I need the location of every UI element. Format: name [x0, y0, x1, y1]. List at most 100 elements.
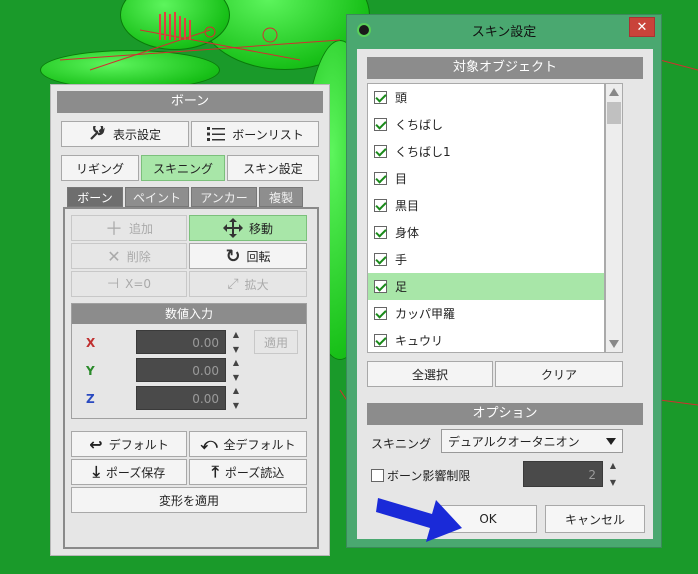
object-checkbox[interactable]: [374, 253, 387, 266]
object-label: 頭: [395, 91, 408, 105]
object-list-item[interactable]: 手: [368, 246, 604, 273]
scroll-up-icon[interactable]: [609, 88, 619, 96]
spin-up-icon[interactable]: ▲: [233, 358, 239, 367]
object-list-item[interactable]: キュウリ: [368, 327, 604, 352]
bone-limit-checkbox[interactable]: [371, 469, 384, 482]
close-button[interactable]: ✕: [629, 17, 655, 37]
spin-up-icon[interactable]: ▲: [610, 461, 616, 470]
bone-limit-label: ボーン影響制限: [387, 469, 471, 483]
skinning-mode-label: スキニング: [371, 437, 432, 451]
skin-settings-button[interactable]: スキン設定: [227, 155, 319, 181]
object-list-item[interactable]: 目: [368, 165, 604, 192]
bone-panel: ボーン 表示設定 ボーンリスト リギング スキニング スキン設定 ボーン ペイン…: [50, 84, 330, 556]
clear-button[interactable]: クリア: [495, 361, 623, 387]
object-label: くちばし: [395, 118, 444, 132]
skinning-mode-select[interactable]: デュアルクオータニオン: [441, 429, 623, 453]
y-value-field[interactable]: 0.00: [136, 358, 226, 382]
object-label: 足: [395, 280, 408, 294]
reset-all-icon: ⤺: [200, 434, 218, 453]
object-list-item[interactable]: 頭: [368, 84, 604, 111]
all-default-button[interactable]: ⤺ 全デフォルト: [189, 431, 307, 457]
object-checkbox[interactable]: [374, 199, 387, 212]
object-list-item[interactable]: 足: [368, 273, 604, 300]
y-axis-label: Y: [86, 364, 95, 378]
scroll-down-icon[interactable]: [609, 340, 619, 348]
pose-save-label: ポーズ保存: [105, 465, 166, 480]
scale-icon: ⤢: [227, 276, 239, 292]
cancel-label: キャンセル: [564, 512, 625, 527]
x-zero-button[interactable]: ⊣ X=0: [71, 271, 187, 297]
object-checkbox[interactable]: [374, 118, 387, 131]
pose-load-button[interactable]: ⤒ ポーズ読込: [189, 459, 307, 485]
apply-label: 適用: [263, 335, 288, 350]
spin-up-icon[interactable]: ▲: [233, 330, 239, 339]
tab-duplicate-label: 複製: [268, 190, 293, 205]
object-list-item[interactable]: くちばし1: [368, 138, 604, 165]
clear-label: クリア: [540, 367, 577, 382]
x-zero-label: X=0: [125, 277, 152, 291]
dialog-body: 対象オブジェクト 頭くちばし くちばし1 目黒目 身体手足カッパ甲羅 キュウリ 全選択 …: [357, 49, 653, 539]
pose-save-button[interactable]: ⤓ ポーズ保存: [71, 459, 187, 485]
skinning-label: スキニング: [152, 161, 213, 176]
tab-bone[interactable]: ボーン: [67, 187, 123, 207]
spin-down-icon[interactable]: ▼: [233, 345, 239, 354]
dialog-titlebar[interactable]: スキン設定 ✕: [347, 15, 661, 45]
apply-transform-label: 変形を適用: [158, 493, 219, 508]
tab-anchor-label: アンカー: [200, 190, 248, 205]
skinning-button[interactable]: スキニング: [141, 155, 225, 181]
object-label: キュウリ: [395, 334, 444, 348]
tab-paint-label: ペイント: [132, 190, 181, 205]
object-checkbox[interactable]: [374, 91, 387, 104]
z-spinner[interactable]: ▲ ▼: [230, 386, 242, 410]
object-checkbox[interactable]: [374, 145, 387, 158]
spin-down-icon[interactable]: ▼: [610, 478, 616, 487]
select-all-button[interactable]: 全選択: [367, 361, 493, 387]
tab-paint[interactable]: ペイント: [125, 187, 189, 207]
object-label: くちばし1: [395, 145, 451, 159]
object-list-item[interactable]: カッパ甲羅: [368, 300, 604, 327]
x-value-field[interactable]: 0.00: [136, 330, 226, 354]
object-checkbox[interactable]: [374, 172, 387, 185]
rotate-label: 回転: [246, 249, 271, 264]
object-list-item[interactable]: 身体: [368, 219, 604, 246]
add-bone-button[interactable]: ＋ 追加: [71, 215, 187, 241]
object-list-item[interactable]: くちばし: [368, 111, 604, 138]
z-value-field[interactable]: 0.00: [136, 386, 226, 410]
rotate-button[interactable]: ↻ 回転: [189, 243, 307, 269]
spin-down-icon[interactable]: ▼: [233, 373, 239, 382]
delete-bone-button[interactable]: ✕ 削除: [71, 243, 187, 269]
object-checkbox[interactable]: [374, 334, 387, 347]
tab-duplicate[interactable]: 複製: [259, 187, 303, 207]
scroll-thumb[interactable]: [607, 102, 621, 124]
default-button[interactable]: ↩ デフォルト: [71, 431, 187, 457]
y-spinner[interactable]: ▲ ▼: [230, 358, 242, 382]
display-settings-button[interactable]: 表示設定: [61, 121, 189, 147]
tab-anchor[interactable]: アンカー: [191, 187, 257, 207]
scale-label: 拡大: [244, 277, 269, 292]
spin-up-icon[interactable]: ▲: [233, 386, 239, 395]
object-checkbox[interactable]: [374, 280, 387, 293]
tab-bone-label: ボーン: [77, 190, 113, 205]
object-list-scrollbar[interactable]: [605, 83, 623, 353]
object-checkbox[interactable]: [374, 307, 387, 320]
bone-limit-spinner[interactable]: ▲ ▼: [607, 461, 619, 487]
object-list-item[interactable]: 黒目: [368, 192, 604, 219]
object-checkbox[interactable]: [374, 226, 387, 239]
mirror-axis-icon: ⊣: [106, 276, 120, 292]
cancel-button[interactable]: キャンセル: [545, 505, 645, 533]
apply-transform-button[interactable]: 変形を適用: [71, 487, 307, 513]
wrench-icon: [90, 126, 105, 140]
rigging-label: リギング: [75, 161, 124, 176]
download-icon: ⤓: [92, 462, 100, 481]
bone-list-button[interactable]: ボーンリスト: [191, 121, 319, 147]
object-label: 黒目: [395, 199, 420, 213]
bone-limit-field[interactable]: 2: [523, 461, 603, 487]
rotate-icon: ↻: [225, 245, 241, 267]
move-button[interactable]: 移動: [189, 215, 307, 241]
scale-button[interactable]: ⤢ 拡大: [189, 271, 307, 297]
x-spinner[interactable]: ▲ ▼: [230, 330, 242, 354]
dialog-title: スキン設定: [471, 24, 537, 40]
rigging-button[interactable]: リギング: [61, 155, 139, 181]
spin-down-icon[interactable]: ▼: [233, 401, 239, 410]
apply-numeric-button[interactable]: 適用: [254, 330, 298, 354]
